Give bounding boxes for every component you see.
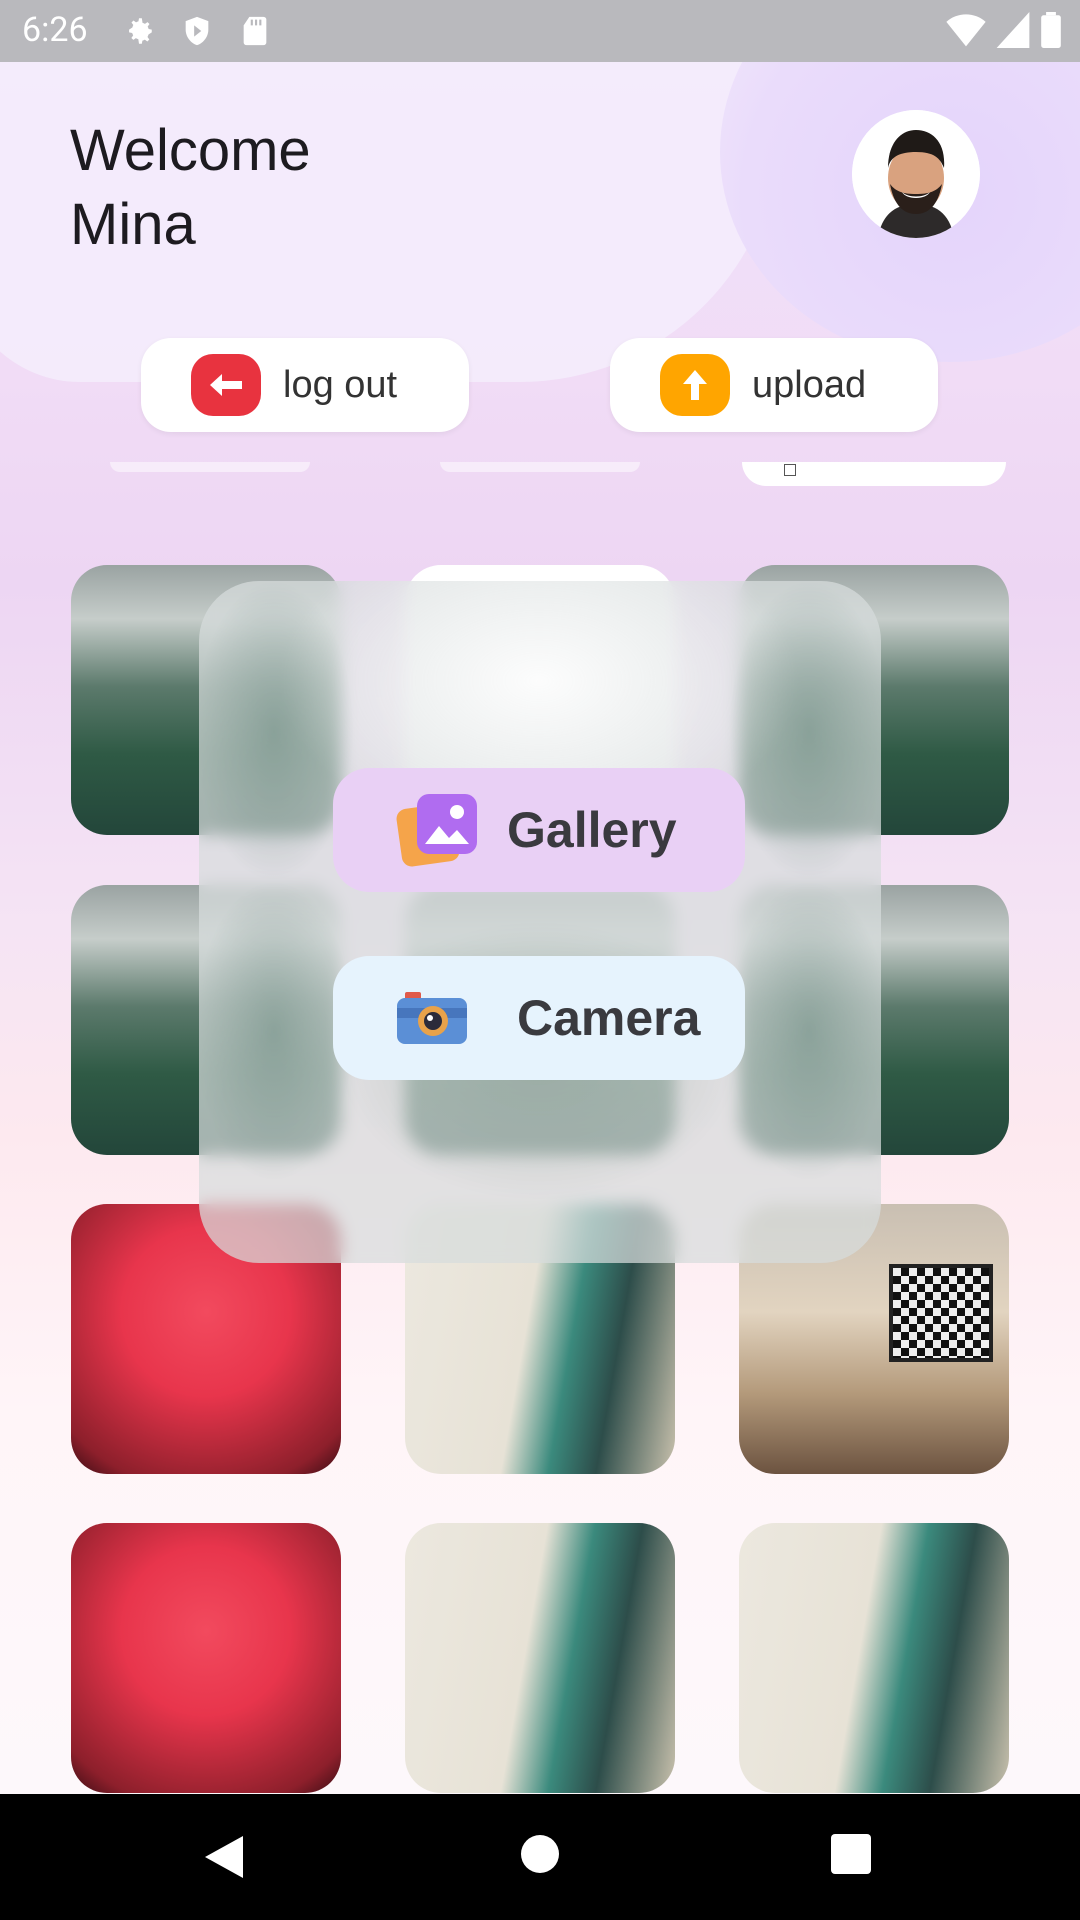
dialog-backdrop — [199, 581, 881, 1263]
scrolled-tile-edge — [742, 462, 1006, 486]
home-icon[interactable] — [520, 1834, 560, 1874]
camera-button[interactable]: Camera — [333, 956, 745, 1080]
greeting-text: Welcome — [70, 118, 311, 183]
wifi-icon — [946, 14, 986, 47]
upload-icon — [660, 354, 730, 416]
avatar[interactable] — [852, 110, 980, 238]
image-source-dialog: Gallery Camera — [199, 581, 881, 1263]
navigation-bar — [0, 1794, 1080, 1920]
gear-icon — [129, 18, 152, 44]
scrolled-tile-edge — [110, 462, 310, 472]
upload-label: upload — [752, 363, 867, 406]
gallery-icon — [396, 794, 477, 867]
image-tile[interactable] — [71, 1523, 341, 1793]
sd-card-icon — [243, 16, 267, 46]
status-bar: 6:26 — [0, 0, 1080, 62]
battery-icon — [1041, 12, 1061, 48]
logout-icon — [191, 354, 261, 416]
image-tile[interactable] — [739, 1523, 1009, 1793]
camera-icon — [397, 992, 467, 1044]
app-screen: Welcome Mina log out upload Gallery Came… — [0, 62, 1080, 1794]
tv-screen — [889, 1264, 993, 1362]
logout-button[interactable]: log out — [141, 338, 469, 432]
back-icon[interactable] — [203, 1834, 245, 1880]
shield-icon — [185, 16, 209, 46]
gallery-button[interactable]: Gallery — [333, 768, 745, 892]
logout-label: log out — [283, 363, 398, 406]
gallery-label: Gallery — [507, 802, 677, 858]
username-text: Mina — [70, 192, 196, 257]
profile-avatar — [852, 110, 980, 238]
recents-icon[interactable] — [831, 1834, 871, 1874]
signal-icon — [996, 12, 1030, 48]
status-time: 6:26 — [22, 10, 88, 50]
image-tile[interactable] — [405, 1523, 675, 1793]
scrolled-tile-edge — [440, 462, 640, 472]
upload-button[interactable]: upload — [610, 338, 938, 432]
welcome-heading: Welcome Mina — [70, 114, 311, 262]
camera-label: Camera — [517, 990, 701, 1046]
